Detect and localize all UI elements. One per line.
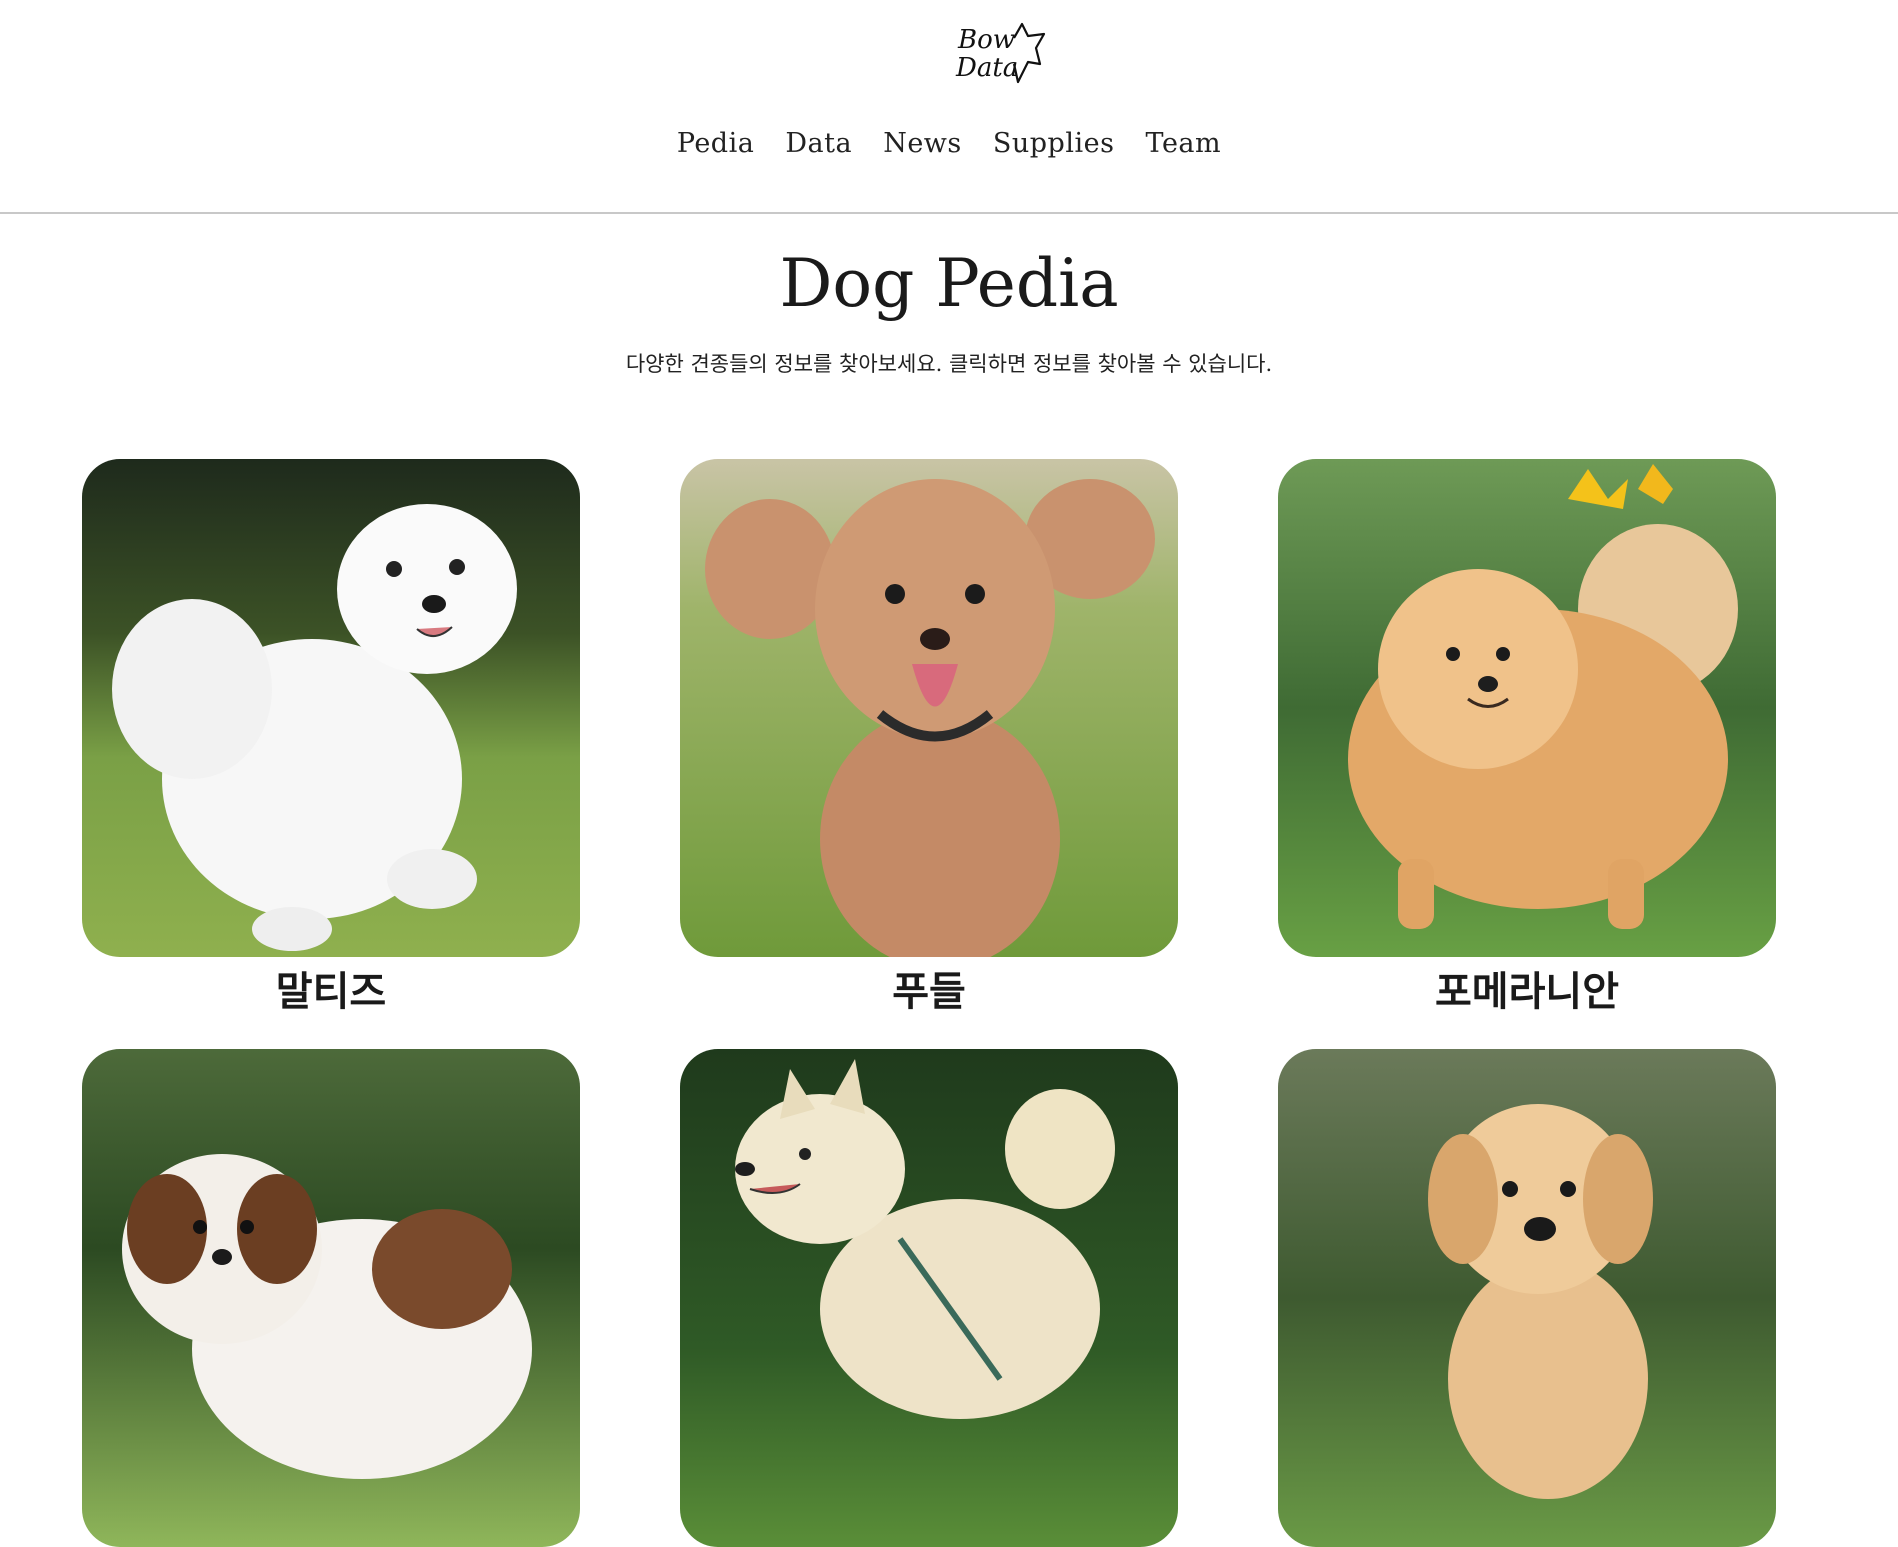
dog-logo-icon: Bow Data (955, 22, 1046, 84)
svg-text:Data: Data (955, 53, 1018, 83)
breed-card-poodle[interactable]: 푸들 (680, 459, 1178, 1015)
maltese-photo (82, 459, 580, 957)
breed-card-maltese[interactable]: 말티즈 (82, 459, 580, 1015)
breed-card-golden-retriever[interactable] (1278, 1049, 1776, 1547)
site-logo[interactable]: Bow Data (952, 18, 1052, 88)
shih-tzu-photo (82, 1049, 580, 1547)
nav-data[interactable]: Data (785, 128, 852, 159)
page-subtitle: 다양한 견종들의 정보를 찾아보세요. 클릭하면 정보를 찾아볼 수 있습니다. (625, 352, 1273, 376)
poodle-photo (680, 459, 1178, 957)
page-title: Dog Pedia (779, 245, 1119, 322)
breed-card-pomeranian[interactable]: 포메라니안 (1278, 459, 1776, 1015)
nav-supplies[interactable]: Supplies (993, 128, 1115, 159)
breed-card-shih-tzu[interactable] (82, 1049, 580, 1547)
golden-retriever-photo (1278, 1049, 1776, 1547)
breed-name: 포메라니안 (1435, 968, 1619, 1015)
nav-team[interactable]: Team (1146, 128, 1222, 159)
pomeranian-photo (1278, 459, 1776, 957)
breed-card-jindo[interactable] (680, 1049, 1178, 1547)
main-nav: Pedia Data News Supplies Team (0, 128, 1898, 159)
breed-name: 푸들 (892, 968, 966, 1015)
svg-text:Bow: Bow (957, 25, 1015, 55)
nav-news[interactable]: News (883, 128, 962, 159)
site-header: Bow Data Pedia Data News Supplies Team (0, 0, 1898, 214)
breed-name: 말티즈 (275, 968, 387, 1015)
nav-pedia[interactable]: Pedia (677, 128, 754, 159)
jindo-photo (680, 1049, 1178, 1547)
